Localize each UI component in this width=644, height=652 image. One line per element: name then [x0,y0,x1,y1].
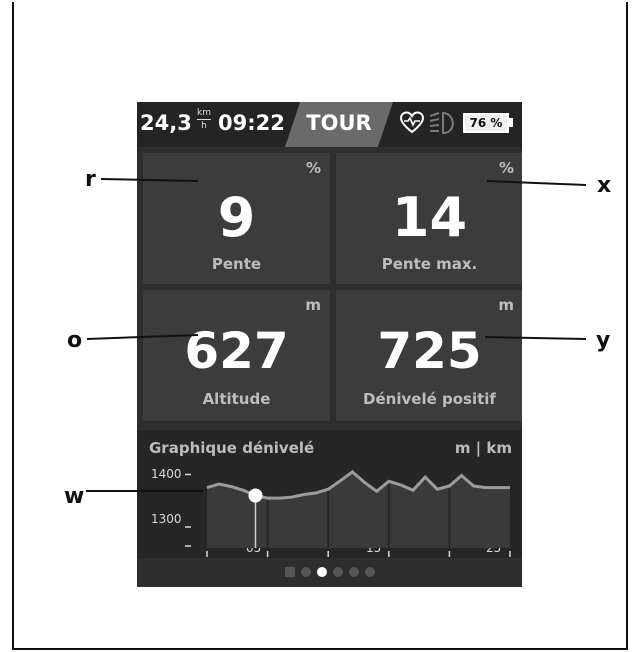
leader-line-o [86,334,199,340]
leader-line-y [484,336,587,340]
leader-line-x [486,180,587,186]
callout-leader-lines [86,178,587,492]
leader-line-r [100,178,199,182]
